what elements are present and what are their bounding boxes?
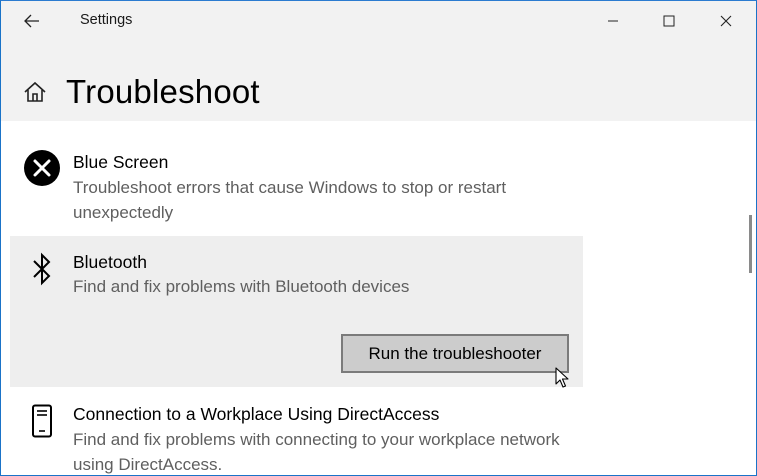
phone-device-icon: [32, 404, 52, 438]
page-title: Troubleshoot: [66, 73, 260, 110]
back-arrow-icon: [24, 14, 39, 28]
window-title: Settings: [80, 12, 133, 28]
settings-window: Settings Troubleshoot Blue Screen Troubl…: [0, 0, 757, 476]
maximize-button[interactable]: [641, 0, 697, 42]
home-button[interactable]: [22, 79, 48, 105]
item-title: Blue Screen: [73, 152, 169, 172]
list-item-blue-screen[interactable]: Blue Screen Troubleshoot errors that cau…: [10, 143, 583, 223]
list-item-directaccess[interactable]: Connection to a Workplace Using DirectAc…: [10, 396, 583, 476]
maximize-icon: [663, 15, 675, 27]
header-area: Settings Troubleshoot: [0, 0, 757, 121]
item-icon-container: [22, 401, 62, 441]
title-bar: Settings: [0, 0, 757, 42]
list-item-bluetooth[interactable]: Bluetooth Find and fix problems with Blu…: [10, 236, 583, 387]
item-description: Find and fix problems with connecting to…: [73, 430, 560, 474]
item-title: Bluetooth: [73, 252, 147, 272]
error-x-circle-icon: [24, 150, 60, 186]
close-icon: [720, 15, 732, 27]
minimize-button[interactable]: [585, 0, 641, 42]
item-description: Find and fix problems with Bluetooth dev…: [73, 277, 410, 296]
mouse-cursor-icon: [555, 367, 569, 388]
home-icon: [24, 81, 46, 102]
item-description: Troubleshoot errors that cause Windows t…: [73, 178, 507, 222]
item-icon-container: [22, 249, 62, 289]
run-troubleshooter-button[interactable]: Run the troubleshooter: [341, 334, 569, 373]
scrollbar-thumb[interactable]: [749, 215, 752, 273]
page-heading: Troubleshoot: [22, 70, 260, 114]
bluetooth-icon: [33, 252, 51, 286]
back-button[interactable]: [10, 5, 54, 37]
item-icon-container: [22, 148, 62, 188]
close-button[interactable]: [698, 0, 754, 42]
troubleshooter-list: Blue Screen Troubleshoot errors that cau…: [0, 121, 757, 476]
minimize-icon: [608, 20, 618, 22]
item-title: Connection to a Workplace Using DirectAc…: [73, 404, 440, 424]
